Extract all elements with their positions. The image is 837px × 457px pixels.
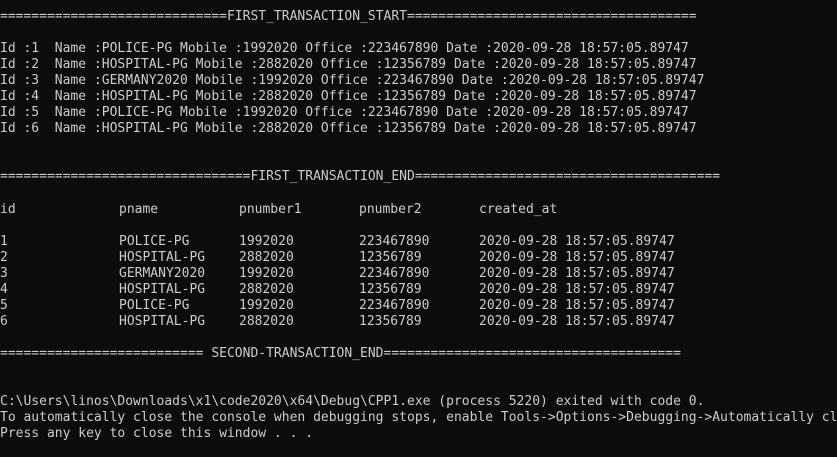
second-transaction-end-separator: ========================== SECOND-TRANSA… (0, 346, 681, 361)
cell-created-at: 2020-09-28 18:57:05.89747 (479, 314, 675, 329)
cell-created-at: 2020-09-28 18:57:05.89747 (479, 298, 675, 313)
cell-pnumber1: 2882020 (239, 282, 294, 297)
record-line-3: Id :3 Name :GERMANY2020 Mobile :1992020 … (0, 73, 705, 88)
cell-pnumber1: 1992020 (239, 298, 294, 313)
header-pnumber2: pnumber2 (359, 202, 422, 217)
cell-id: 4 (0, 282, 8, 297)
cell-pname: HOSPITAL-PG (119, 250, 206, 265)
cell-pnumber1: 2882020 (239, 314, 294, 329)
cell-id: 5 (0, 298, 8, 313)
header-pname: pname (119, 202, 159, 217)
auto-close-message: To automatically close the console when … (0, 410, 837, 425)
record-line-6: Id :6 Name :HOSPITAL-PG Mobile :2882020 … (0, 121, 697, 136)
cell-id: 2 (0, 250, 8, 265)
cell-pnumber2: 12356789 (359, 250, 422, 265)
exit-message: C:\Users\linos\Downloads\x1\code2020\x64… (0, 394, 705, 409)
header-pnumber1: pnumber1 (239, 202, 302, 217)
cell-id: 6 (0, 314, 8, 329)
record-line-5: Id :5 Name :POLICE-PG Mobile :1992020 Of… (0, 105, 689, 120)
record-line-1: Id :1 Name :POLICE-PG Mobile :1992020 Of… (0, 41, 689, 56)
record-line-2: Id :2 Name :HOSPITAL-PG Mobile :2882020 … (0, 57, 697, 72)
record-line-4: Id :4 Name :HOSPITAL-PG Mobile :2882020 … (0, 89, 697, 104)
cell-created-at: 2020-09-28 18:57:05.89747 (479, 266, 675, 281)
console-window[interactable]: =============================FIRST_TRANS… (0, 0, 837, 457)
header-created-at: created_at (479, 202, 558, 217)
cell-created-at: 2020-09-28 18:57:05.89747 (479, 250, 675, 265)
cell-id: 3 (0, 266, 8, 281)
cell-id: 1 (0, 234, 8, 249)
cell-pname: POLICE-PG (119, 298, 190, 313)
cell-pnumber2: 12356789 (359, 282, 422, 297)
cell-pnumber2: 223467890 (359, 266, 430, 281)
first-transaction-start-separator: =============================FIRST_TRANS… (0, 9, 697, 24)
cell-pnumber1: 2882020 (239, 250, 294, 265)
cell-pnumber1: 1992020 (239, 266, 294, 281)
press-key-message: Press any key to close this window . . . (0, 426, 314, 441)
cell-created-at: 2020-09-28 18:57:05.89747 (479, 282, 675, 297)
first-transaction-end-separator: ================================FIRST_TR… (0, 169, 721, 184)
cell-pname: POLICE-PG (119, 234, 190, 249)
header-id: id (0, 202, 16, 217)
cell-created-at: 2020-09-28 18:57:05.89747 (479, 234, 675, 249)
cell-pnumber2: 12356789 (359, 314, 422, 329)
cell-pnumber2: 223467890 (359, 298, 430, 313)
cell-pname: HOSPITAL-PG (119, 314, 206, 329)
cell-pname: HOSPITAL-PG (119, 282, 206, 297)
cell-pnumber2: 223467890 (359, 234, 430, 249)
cell-pname: GERMANY2020 (119, 266, 206, 281)
cell-pnumber1: 1992020 (239, 234, 294, 249)
